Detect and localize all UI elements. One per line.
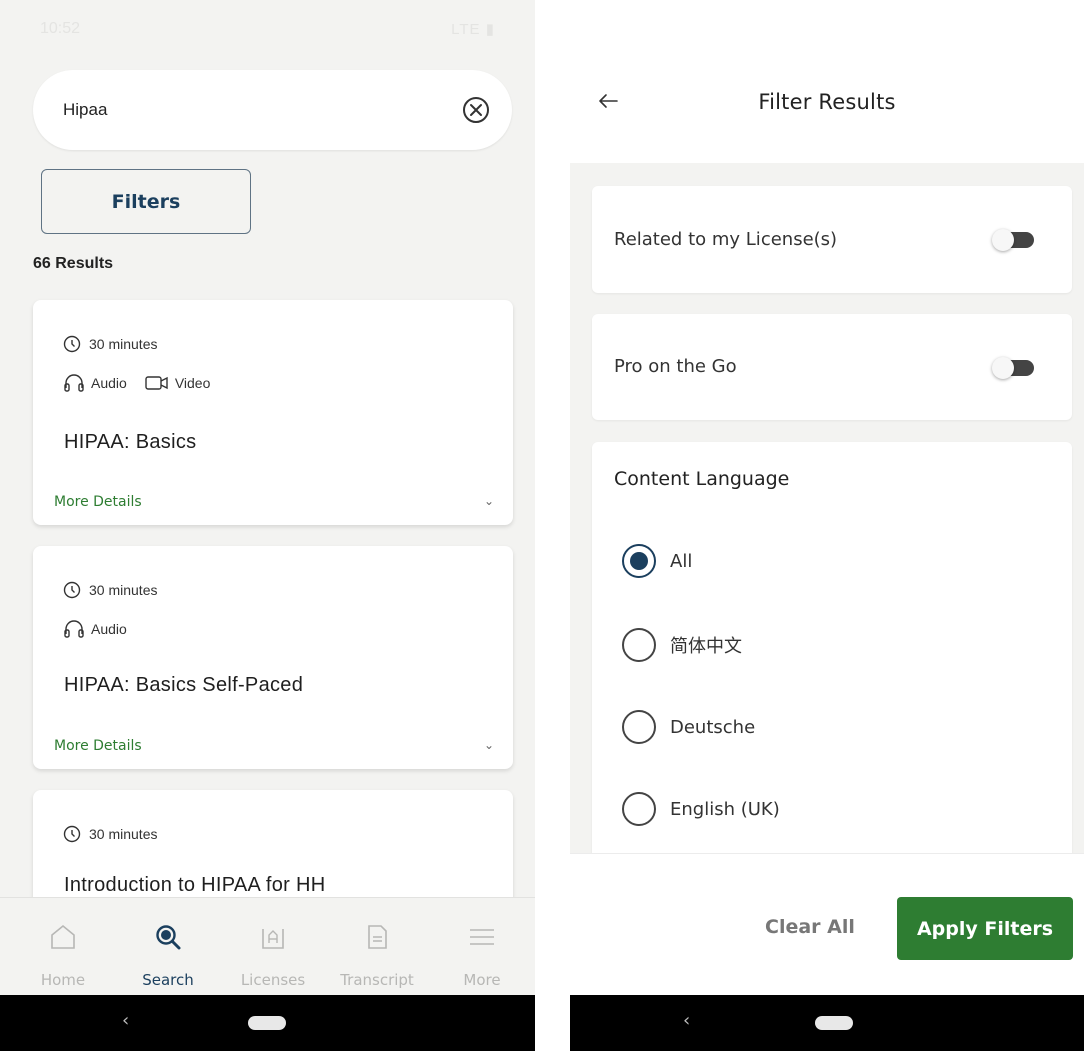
clear-search-icon[interactable] bbox=[462, 96, 490, 124]
radio-button-checked[interactable] bbox=[622, 544, 656, 578]
duration-label: 30 minutes bbox=[89, 582, 158, 598]
duration-label: 30 minutes bbox=[89, 826, 158, 842]
radio-button[interactable] bbox=[622, 710, 656, 744]
related-license-toggle[interactable] bbox=[992, 229, 1036, 251]
card-media: Audio bbox=[63, 620, 139, 638]
toggle-knob bbox=[992, 357, 1014, 379]
home-icon bbox=[51, 924, 75, 949]
system-nav-bar: ‹ bbox=[0, 995, 535, 1051]
battery-icon: ▮ bbox=[485, 21, 495, 38]
search-input[interactable]: Hipaa bbox=[33, 70, 512, 150]
system-back-icon[interactable]: ‹ bbox=[683, 1010, 690, 1031]
status-icons: LTE ▮ bbox=[451, 20, 495, 38]
radio-button[interactable] bbox=[622, 792, 656, 826]
toggle-card-pro-on-the-go: Pro on the Go bbox=[592, 314, 1072, 420]
course-card[interactable]: 30 minutes Audio HIPAA: Basics Self-Pace… bbox=[33, 546, 513, 769]
more-details-label[interactable]: More Details bbox=[54, 494, 142, 510]
radio-button[interactable] bbox=[622, 628, 656, 662]
filter-results-screen: Filter Results Related to my License(s) … bbox=[570, 0, 1084, 1051]
card-title: HIPAA: Basics bbox=[64, 431, 197, 453]
nav-search[interactable]: Search bbox=[118, 898, 218, 996]
license-icon bbox=[262, 929, 284, 949]
clock-icon bbox=[63, 335, 81, 353]
pro-on-the-go-toggle[interactable] bbox=[992, 357, 1036, 379]
toggle-label: Pro on the Go bbox=[614, 356, 737, 377]
search-results-screen: 10:52 LTE ▮ Hipaa Filters 66 Results 30 … bbox=[0, 0, 535, 1051]
clear-all-button[interactable]: Clear All bbox=[765, 916, 855, 938]
course-card[interactable]: 30 minutes Audio Video HIPAA: Basics Mor… bbox=[33, 300, 513, 525]
more-details-toggle[interactable]: More Details ⌄ bbox=[54, 494, 494, 510]
card-duration: 30 minutes bbox=[63, 825, 157, 843]
search-query: Hipaa bbox=[63, 100, 108, 119]
nav-label: Home bbox=[40, 971, 86, 989]
language-option-chinese[interactable]: 简体中文 bbox=[622, 628, 742, 662]
language-option-all[interactable]: All bbox=[622, 544, 692, 578]
media-video: Video bbox=[145, 375, 211, 391]
system-nav-bar: ‹ bbox=[570, 995, 1084, 1051]
language-label: Deutsche bbox=[670, 716, 756, 738]
chevron-down-icon[interactable]: ⌄ bbox=[484, 494, 494, 508]
video-camera-icon bbox=[145, 376, 168, 390]
nav-transcript[interactable]: Transcript bbox=[327, 898, 427, 996]
nav-label: Search bbox=[142, 971, 194, 989]
toggle-card-license: Related to my License(s) bbox=[592, 186, 1072, 293]
nav-licenses[interactable]: Licenses bbox=[223, 898, 323, 996]
nav-more[interactable]: More bbox=[432, 898, 532, 996]
media-audio: Audio bbox=[63, 374, 127, 392]
system-back-icon[interactable]: ‹ bbox=[122, 1010, 129, 1031]
system-home-pill[interactable] bbox=[815, 1016, 853, 1030]
card-media: Audio Video bbox=[63, 374, 222, 392]
language-label: English (UK) bbox=[670, 798, 780, 820]
nav-label: More bbox=[463, 971, 501, 989]
results-count: 66 Results bbox=[33, 255, 114, 272]
filters-button[interactable]: Filters bbox=[41, 169, 251, 234]
language-label: 简体中文 bbox=[670, 636, 742, 657]
toggle-knob bbox=[992, 229, 1014, 251]
status-bar: 10:52 LTE ▮ bbox=[0, 0, 535, 60]
menu-icon bbox=[470, 929, 494, 945]
nav-label: Transcript bbox=[340, 971, 414, 989]
media-audio: Audio bbox=[63, 620, 127, 638]
nav-home[interactable]: Home bbox=[13, 898, 113, 996]
card-title: HIPAA: Basics Self-Paced bbox=[64, 674, 304, 696]
headphones-icon bbox=[64, 374, 84, 392]
clock-icon bbox=[63, 825, 81, 843]
filter-options: Related to my License(s) Pro on the Go C… bbox=[570, 163, 1084, 862]
media-label: Audio bbox=[91, 375, 127, 391]
language-label: All bbox=[670, 550, 693, 572]
clock-icon bbox=[63, 581, 81, 599]
apply-filters-button[interactable]: Apply Filters bbox=[897, 897, 1073, 960]
search-icon bbox=[156, 925, 181, 950]
page-title: Filter Results bbox=[758, 90, 896, 114]
card-title: Introduction to HIPAA for HH bbox=[64, 874, 326, 896]
status-time: 10:52 bbox=[40, 20, 81, 37]
nav-label: Licenses bbox=[240, 971, 306, 989]
bottom-navigation: Home Search Licenses Transcript More bbox=[0, 897, 535, 995]
content-language-card: Content Language All 简体中文 Deutsche Engli… bbox=[592, 442, 1072, 862]
chevron-down-icon[interactable]: ⌄ bbox=[484, 738, 494, 752]
toggle-label: Related to my License(s) bbox=[614, 229, 838, 250]
duration-label: 30 minutes bbox=[89, 336, 158, 352]
section-title: Content Language bbox=[614, 468, 790, 490]
language-option-english-uk[interactable]: English (UK) bbox=[622, 792, 780, 826]
media-label: Video bbox=[174, 375, 211, 391]
signal-label: LTE bbox=[451, 21, 481, 38]
transcript-icon bbox=[368, 925, 387, 949]
more-details-label[interactable]: More Details bbox=[54, 738, 142, 754]
card-duration: 30 minutes bbox=[63, 335, 157, 353]
headphones-icon bbox=[64, 620, 84, 638]
more-details-toggle[interactable]: More Details ⌄ bbox=[54, 738, 494, 754]
filter-actions: Clear All Apply Filters bbox=[570, 853, 1084, 995]
media-label: Audio bbox=[91, 621, 127, 637]
language-option-german[interactable]: Deutsche bbox=[622, 710, 755, 744]
filter-header: Filter Results bbox=[570, 0, 1084, 163]
card-duration: 30 minutes bbox=[63, 581, 157, 599]
system-home-pill[interactable] bbox=[248, 1016, 286, 1030]
